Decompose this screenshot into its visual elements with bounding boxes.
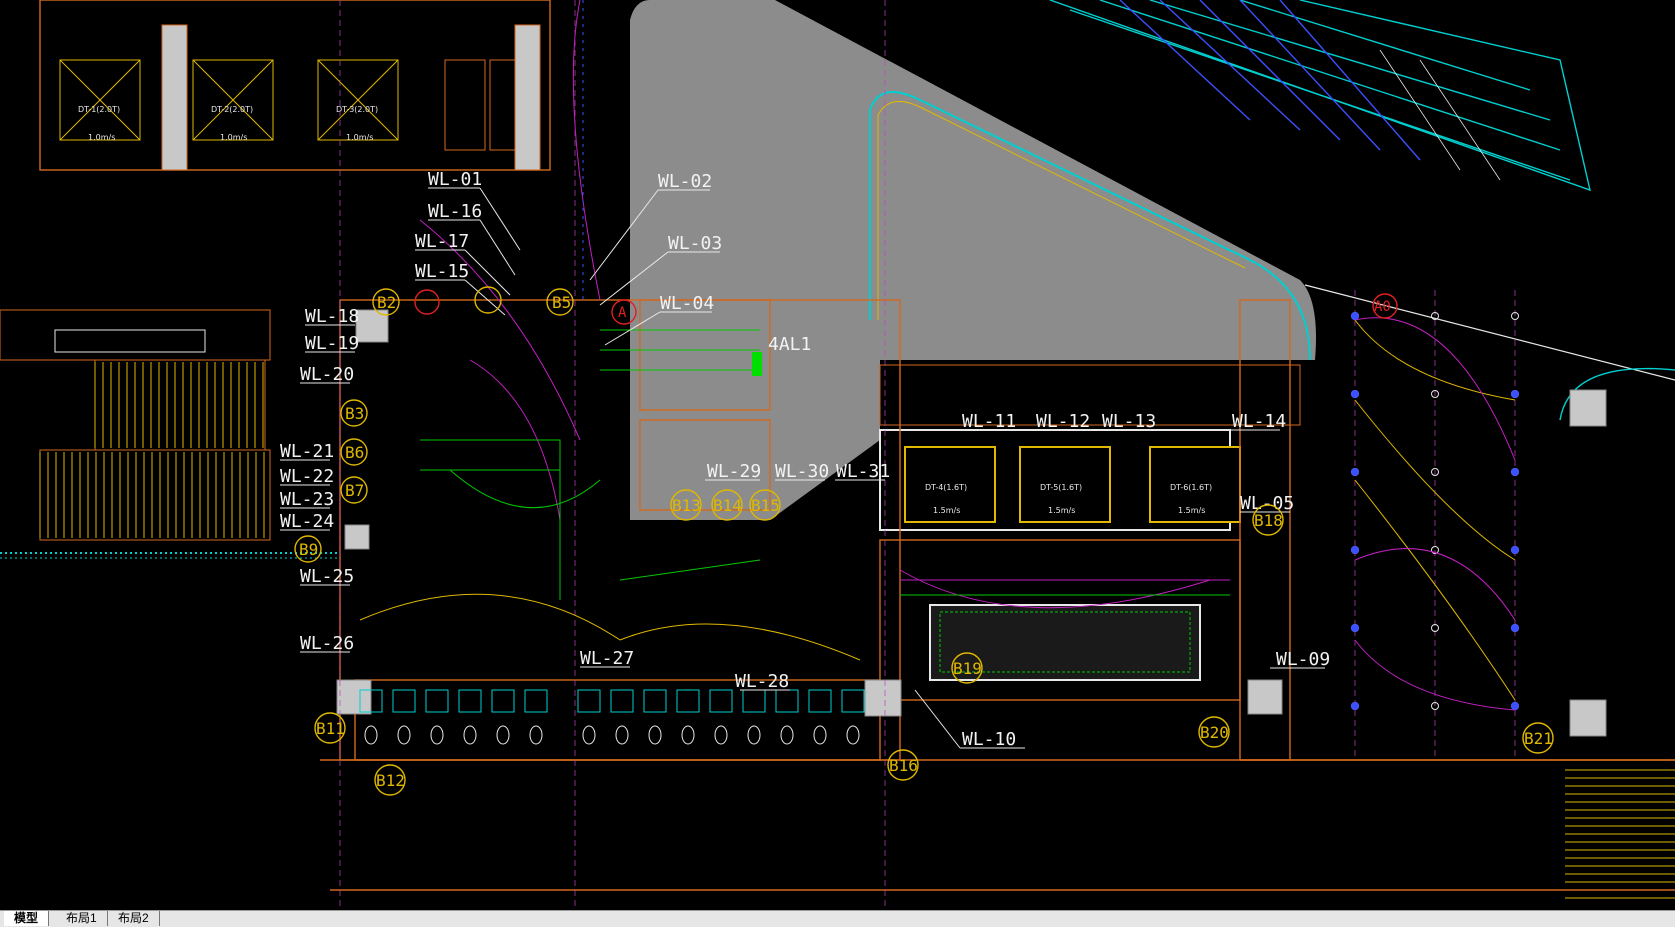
elevator-label-1: DT-1(2.0T) (78, 105, 120, 114)
right-stair (1565, 769, 1675, 899)
right-edge-curve (1304, 284, 1675, 381)
label-wl-25: WL-25 (300, 566, 354, 587)
tab-layout-2[interactable]: 布局2 (108, 911, 160, 926)
label-wl-30: WL-30 (775, 461, 829, 482)
bubble-labels: B2 B5 B3 B6 B7 B9 B11 B12 B13 B14 B15 B1… (299, 293, 1553, 790)
tab-layout-1[interactable]: 布局1 (56, 911, 108, 926)
speed-label-5: 1.5m/s (1048, 506, 1075, 515)
label-wl-28: WL-28 (735, 671, 789, 692)
speed-label-1: 1.0m/s (88, 133, 115, 142)
elevator-label-4: DT-4(1.6T) (925, 483, 967, 492)
diagonal-stair-structure (1049, 0, 1591, 192)
label-wl-18: WL-18 (305, 306, 359, 327)
label-wl-26: WL-26 (300, 633, 354, 654)
bubble-b12: B12 (376, 771, 405, 790)
bubble-b18: B18 (1254, 511, 1283, 530)
label-wl-09: WL-09 (1276, 649, 1330, 670)
label-wl-12: WL-12 (1036, 411, 1090, 432)
bubble-b2: B2 (377, 293, 396, 312)
bubble-a: A (618, 305, 627, 321)
label-wl-19: WL-19 (305, 333, 359, 354)
label-wl-20: WL-20 (300, 364, 354, 385)
speed-label-4: 1.5m/s (933, 506, 960, 515)
grey-slab-area (630, 0, 1316, 520)
label-wl-04: WL-04 (660, 293, 714, 314)
elevator-label-6: DT-6(1.6T) (1170, 483, 1212, 492)
label-wl-13: WL-13 (1102, 411, 1156, 432)
bubble-b11: B11 (316, 719, 345, 738)
label-wl-16: WL-16 (428, 201, 482, 222)
bubble-b9: B9 (299, 540, 318, 559)
bubble-b5: B5 (552, 293, 571, 312)
speed-label-3: 1.0m/s (346, 133, 373, 142)
label-wl-31: WL-31 (836, 461, 890, 482)
label-wl-10: WL-10 (962, 729, 1016, 750)
cad-drawing-canvas[interactable]: DT-1(2.0T) DT-2(2.0T) DT-3(2.0T) 1.0m/s … (0, 0, 1675, 910)
elevator-label-2: DT-2(2.0T) (211, 105, 253, 114)
label-wl-02: WL-02 (658, 171, 712, 192)
toilet-row (359, 689, 865, 745)
elevator-label-3: DT-3(2.0T) (336, 105, 378, 114)
label-wl-15: WL-15 (415, 261, 469, 282)
panel-label: 4AL1 (768, 334, 811, 355)
speed-label-6: 1.5m/s (1178, 506, 1205, 515)
label-wl-14: WL-14 (1232, 411, 1286, 432)
label-wl-27: WL-27 (580, 648, 634, 669)
panel-4al1-marker (752, 352, 762, 376)
label-wl-01: WL-01 (428, 169, 482, 190)
label-wl-24: WL-24 (280, 511, 334, 532)
layout-tab-bar: 模型 布局1 布局2 (0, 910, 1675, 927)
bubble-b14: B14 (713, 496, 742, 515)
bubble-b6: B6 (345, 443, 364, 462)
top-elevator-bank: DT-1(2.0T) DT-2(2.0T) DT-3(2.0T) 1.0m/s … (39, 0, 551, 171)
bubble-b15: B15 (751, 496, 780, 515)
tab-model[interactable]: 模型 (4, 911, 50, 926)
label-wl-22: WL-22 (280, 466, 334, 487)
label-wl-21: WL-21 (280, 441, 334, 462)
bubble-b3: B3 (345, 404, 364, 423)
bubble-b20: B20 (1200, 723, 1229, 742)
speed-label-2: 1.0m/s (220, 133, 247, 142)
bubble-b19: B19 (953, 659, 982, 678)
bubble-b13: B13 (672, 496, 701, 515)
bubble-a0: A0 (1374, 299, 1391, 315)
elevator-label-5: DT-5(1.6T) (1040, 483, 1082, 492)
label-wl-11: WL-11 (962, 411, 1016, 432)
left-stair-lower (39, 449, 271, 541)
column-bubbles (294, 286, 1554, 796)
label-wl-29: WL-29 (707, 461, 761, 482)
label-wl-17: WL-17 (415, 231, 469, 252)
left-stair-upper (94, 359, 266, 451)
label-wl-23: WL-23 (280, 489, 334, 510)
label-wl-03: WL-03 (668, 233, 722, 254)
bubble-b16: B16 (889, 756, 918, 775)
bubble-b7: B7 (345, 481, 364, 500)
bubble-b21: B21 (1524, 729, 1553, 748)
